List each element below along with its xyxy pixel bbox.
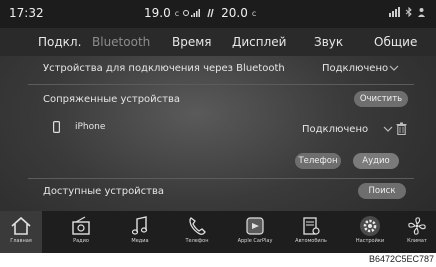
signal-icon: [389, 7, 400, 17]
home-icon: [11, 216, 31, 235]
search-button[interactable]: Поиск: [358, 183, 406, 199]
tab-bluetooth[interactable]: Bluetooth: [92, 35, 150, 49]
temp-right: 20.0: [221, 6, 248, 20]
bt-connect-label: Устройства для подключения через Bluetoo…: [43, 63, 285, 74]
nav-climate[interactable]: Климат: [398, 211, 436, 253]
fan-level-icon: [183, 9, 201, 17]
tab-time[interactable]: Время: [172, 35, 212, 49]
tab-sound[interactable]: Звук: [314, 35, 343, 49]
status-icons: [389, 7, 426, 17]
nav-vehicle-label: Автомобиль: [295, 238, 327, 244]
bt-connect-value[interactable]: Подключено: [322, 63, 388, 74]
divider: [28, 84, 414, 85]
nav-settings-label: Настройки: [355, 238, 385, 244]
nav-home-label: Главная: [10, 238, 32, 244]
phone-profile-button[interactable]: Телефон: [295, 153, 341, 169]
nav-carplay-label: Apple CarPlay: [237, 238, 273, 244]
clock: 17:32: [9, 6, 44, 20]
infotainment-screen: 17:32 19.0 c 20.0 c Подкл. Bluetooth Вре…: [0, 0, 436, 253]
temp-left: 19.0: [144, 6, 171, 20]
phone-icon: [189, 217, 206, 235]
user-icon: [418, 8, 425, 17]
radio-icon: [72, 216, 90, 235]
chevron-down-icon[interactable]: [383, 126, 393, 133]
tab-display[interactable]: Дисплей: [232, 35, 286, 49]
available-devices-label: Доступные устройства: [43, 186, 165, 197]
music-note-icon: [131, 216, 148, 235]
chevron-down-icon[interactable]: [389, 65, 399, 72]
device-name[interactable]: iPhone: [75, 122, 105, 132]
fan-icon: [408, 217, 426, 235]
clear-button[interactable]: Очистить: [354, 91, 408, 107]
nav-phone-label: Телефон: [185, 238, 209, 244]
nav-home[interactable]: Главная: [0, 211, 42, 253]
figure-code: B6472C5EC787: [368, 254, 434, 264]
temp-unit-left: c: [174, 8, 180, 18]
temp-unit-right: c: [251, 8, 257, 18]
tab-general[interactable]: Общие: [374, 35, 417, 49]
smartphone-icon: [53, 121, 60, 133]
seat-heat-icon: [207, 8, 214, 18]
audio-profile-button[interactable]: Аудио: [353, 153, 399, 169]
nav-media-label: Медиа: [131, 238, 149, 244]
nav-climate-label: Климат: [407, 238, 427, 244]
climate-status: 19.0 c 20.0 c: [144, 6, 256, 20]
carplay-icon: [246, 217, 264, 235]
paired-devices-label: Сопряженные устройства: [43, 94, 181, 105]
trash-icon[interactable]: [396, 122, 407, 135]
nav-radio[interactable]: Радио: [56, 211, 106, 253]
bluetooth-icon: [405, 7, 412, 17]
nav-radio-label: Радио: [73, 238, 89, 244]
nav-settings[interactable]: Настройки: [344, 211, 396, 253]
settings-tabs: Подкл. Bluetooth Время Дисплей Звук Общи…: [0, 28, 436, 56]
nav-carplay[interactable]: Apple CarPlay: [228, 211, 282, 253]
device-status[interactable]: Подключено: [302, 124, 368, 135]
divider: [28, 178, 414, 179]
status-bar: 17:32 19.0 c 20.0 c: [0, 0, 436, 28]
vehicle-icon: [303, 217, 320, 235]
bottom-nav: Главная Радио Медиа Телефон Apple CarPla…: [0, 211, 436, 253]
nav-vehicle[interactable]: Автомобиль: [286, 211, 336, 253]
gear-icon: [360, 216, 380, 236]
tab-connect[interactable]: Подкл.: [38, 35, 81, 49]
nav-media[interactable]: Медиа: [115, 211, 165, 253]
nav-phone[interactable]: Телефон: [168, 211, 226, 253]
